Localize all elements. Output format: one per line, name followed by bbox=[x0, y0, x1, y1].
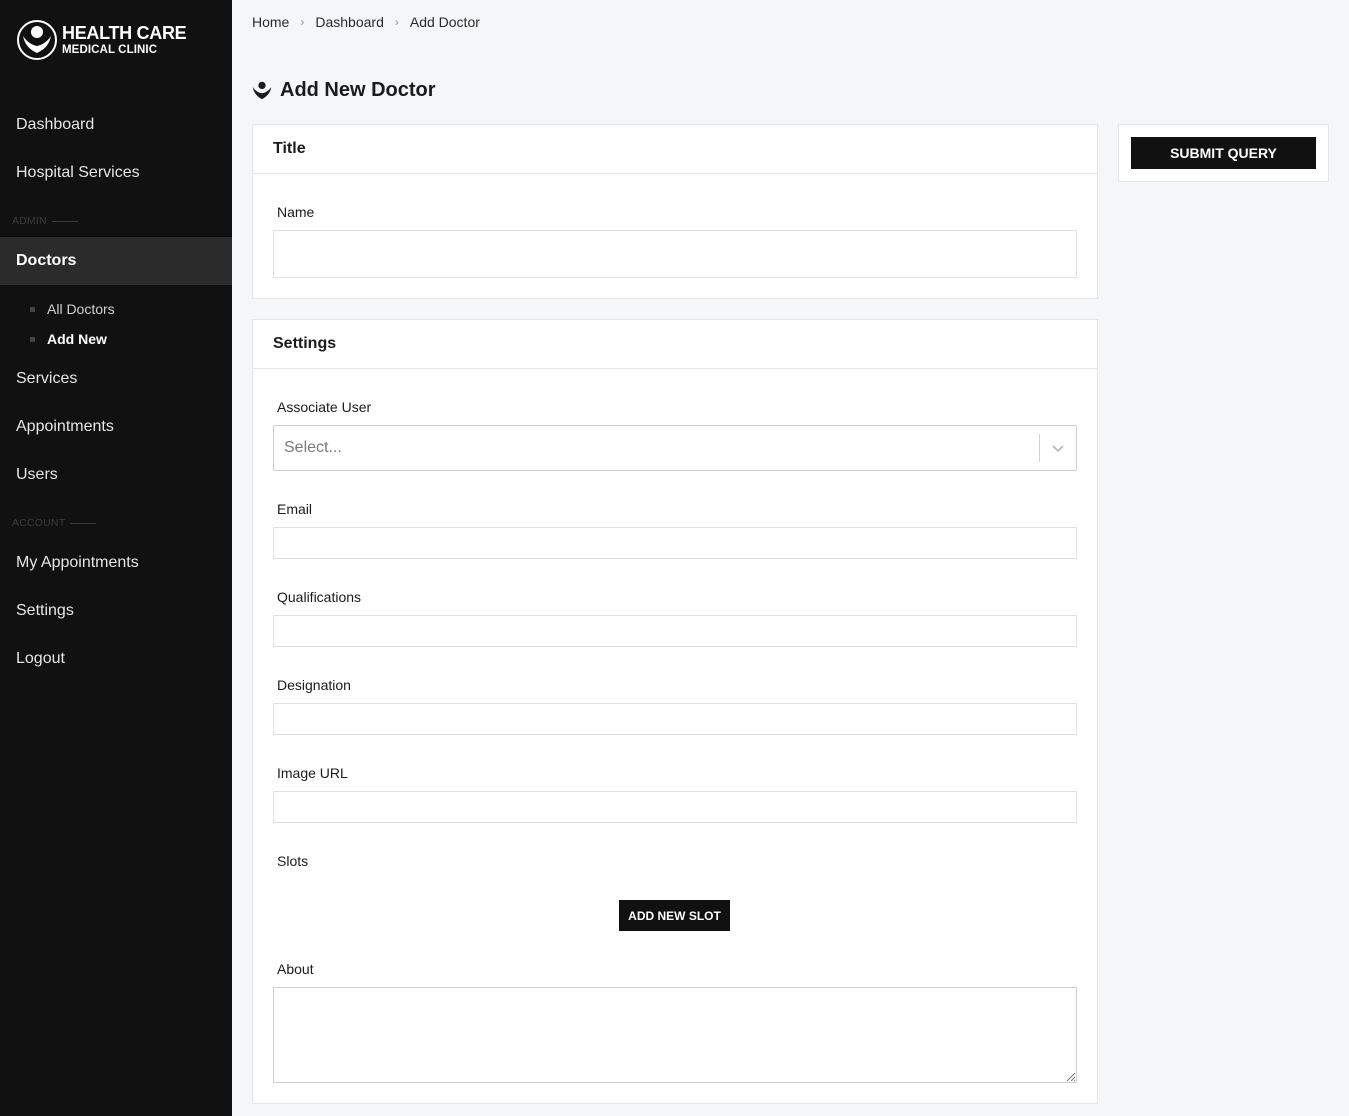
name-input[interactable] bbox=[273, 230, 1077, 278]
bullet-icon bbox=[30, 306, 35, 312]
page-title: Add New Doctor bbox=[251, 77, 436, 103]
chevron-right-icon: › bbox=[394, 15, 399, 29]
sidebar-item-services[interactable]: Services bbox=[0, 355, 232, 403]
email-label: Email bbox=[277, 501, 313, 517]
sidebar-subitem-add-new[interactable]: Add New bbox=[30, 331, 107, 347]
sidebar-item-dashboard[interactable]: Dashboard bbox=[0, 101, 232, 149]
bullet-icon bbox=[30, 336, 35, 342]
section-label-admin: ADMIN bbox=[12, 215, 78, 227]
settings-panel: Settings Associate User Select... Email … bbox=[252, 319, 1098, 1104]
select-placeholder: Select... bbox=[284, 439, 342, 456]
sidebar-subitem-label: Add New bbox=[47, 331, 107, 347]
name-label: Name bbox=[277, 204, 315, 220]
associate-user-select[interactable]: Select... bbox=[273, 425, 1077, 471]
breadcrumb-current: Add Doctor bbox=[409, 14, 480, 30]
associate-user-label: Associate User bbox=[277, 399, 372, 415]
chevron-right-icon: › bbox=[300, 15, 305, 29]
page-title-text: Add New Doctor bbox=[280, 78, 436, 101]
about-label: About bbox=[277, 961, 314, 977]
sidebar-subitem-all-doctors[interactable]: All Doctors bbox=[30, 301, 115, 317]
sidebar-item-doctors[interactable]: Doctors bbox=[0, 237, 232, 285]
sidebar-subitem-label: All Doctors bbox=[47, 301, 115, 317]
breadcrumb-dashboard[interactable]: Dashboard bbox=[315, 14, 384, 30]
about-textarea[interactable] bbox=[273, 987, 1077, 1083]
brand-subtitle: MEDICAL CLINIC bbox=[62, 44, 158, 56]
title-panel: Title Name bbox=[252, 124, 1098, 299]
qualifications-input[interactable] bbox=[273, 615, 1077, 647]
section-label-account: ACCOUNT bbox=[12, 517, 96, 529]
qualifications-label: Qualifications bbox=[277, 589, 362, 605]
sidebar-item-my-appointments[interactable]: My Appointments bbox=[0, 539, 232, 587]
sidebar-item-hospital-services[interactable]: Hospital Services bbox=[0, 149, 232, 197]
submit-query-button[interactable]: SUBMIT QUERY bbox=[1131, 137, 1316, 169]
hands-heart-icon bbox=[252, 81, 272, 100]
email-input[interactable] bbox=[273, 527, 1077, 559]
resize-handle-icon[interactable] bbox=[1064, 1070, 1076, 1082]
panel-header-title: Title bbox=[253, 125, 1097, 174]
sidebar: HEALTH CARE MEDICAL CLINIC Dashboard Hos… bbox=[0, 0, 232, 1116]
panel-header-settings: Settings bbox=[253, 320, 1097, 369]
brand-logo[interactable]: HEALTH CARE MEDICAL CLINIC bbox=[17, 20, 187, 60]
brand-name: HEALTH CARE bbox=[62, 23, 187, 43]
breadcrumb-home[interactable]: Home bbox=[252, 14, 289, 30]
image-url-input[interactable] bbox=[273, 791, 1077, 823]
designation-input[interactable] bbox=[273, 703, 1077, 735]
sidebar-item-appointments[interactable]: Appointments bbox=[0, 403, 232, 451]
slots-label: Slots bbox=[277, 853, 309, 869]
designation-label: Designation bbox=[277, 677, 351, 693]
image-url-label: Image URL bbox=[277, 765, 348, 781]
breadcrumb: Home › Dashboard › Add Doctor bbox=[252, 13, 480, 31]
sidebar-item-logout[interactable]: Logout bbox=[0, 635, 232, 683]
sidebar-item-settings[interactable]: Settings bbox=[0, 587, 232, 635]
publish-panel: SUBMIT QUERY bbox=[1118, 124, 1329, 182]
sidebar-item-users[interactable]: Users bbox=[0, 451, 232, 499]
chevron-down-icon[interactable] bbox=[1040, 441, 1076, 455]
hands-heart-icon bbox=[17, 20, 57, 60]
add-new-slot-button[interactable]: ADD NEW SLOT bbox=[619, 900, 730, 931]
